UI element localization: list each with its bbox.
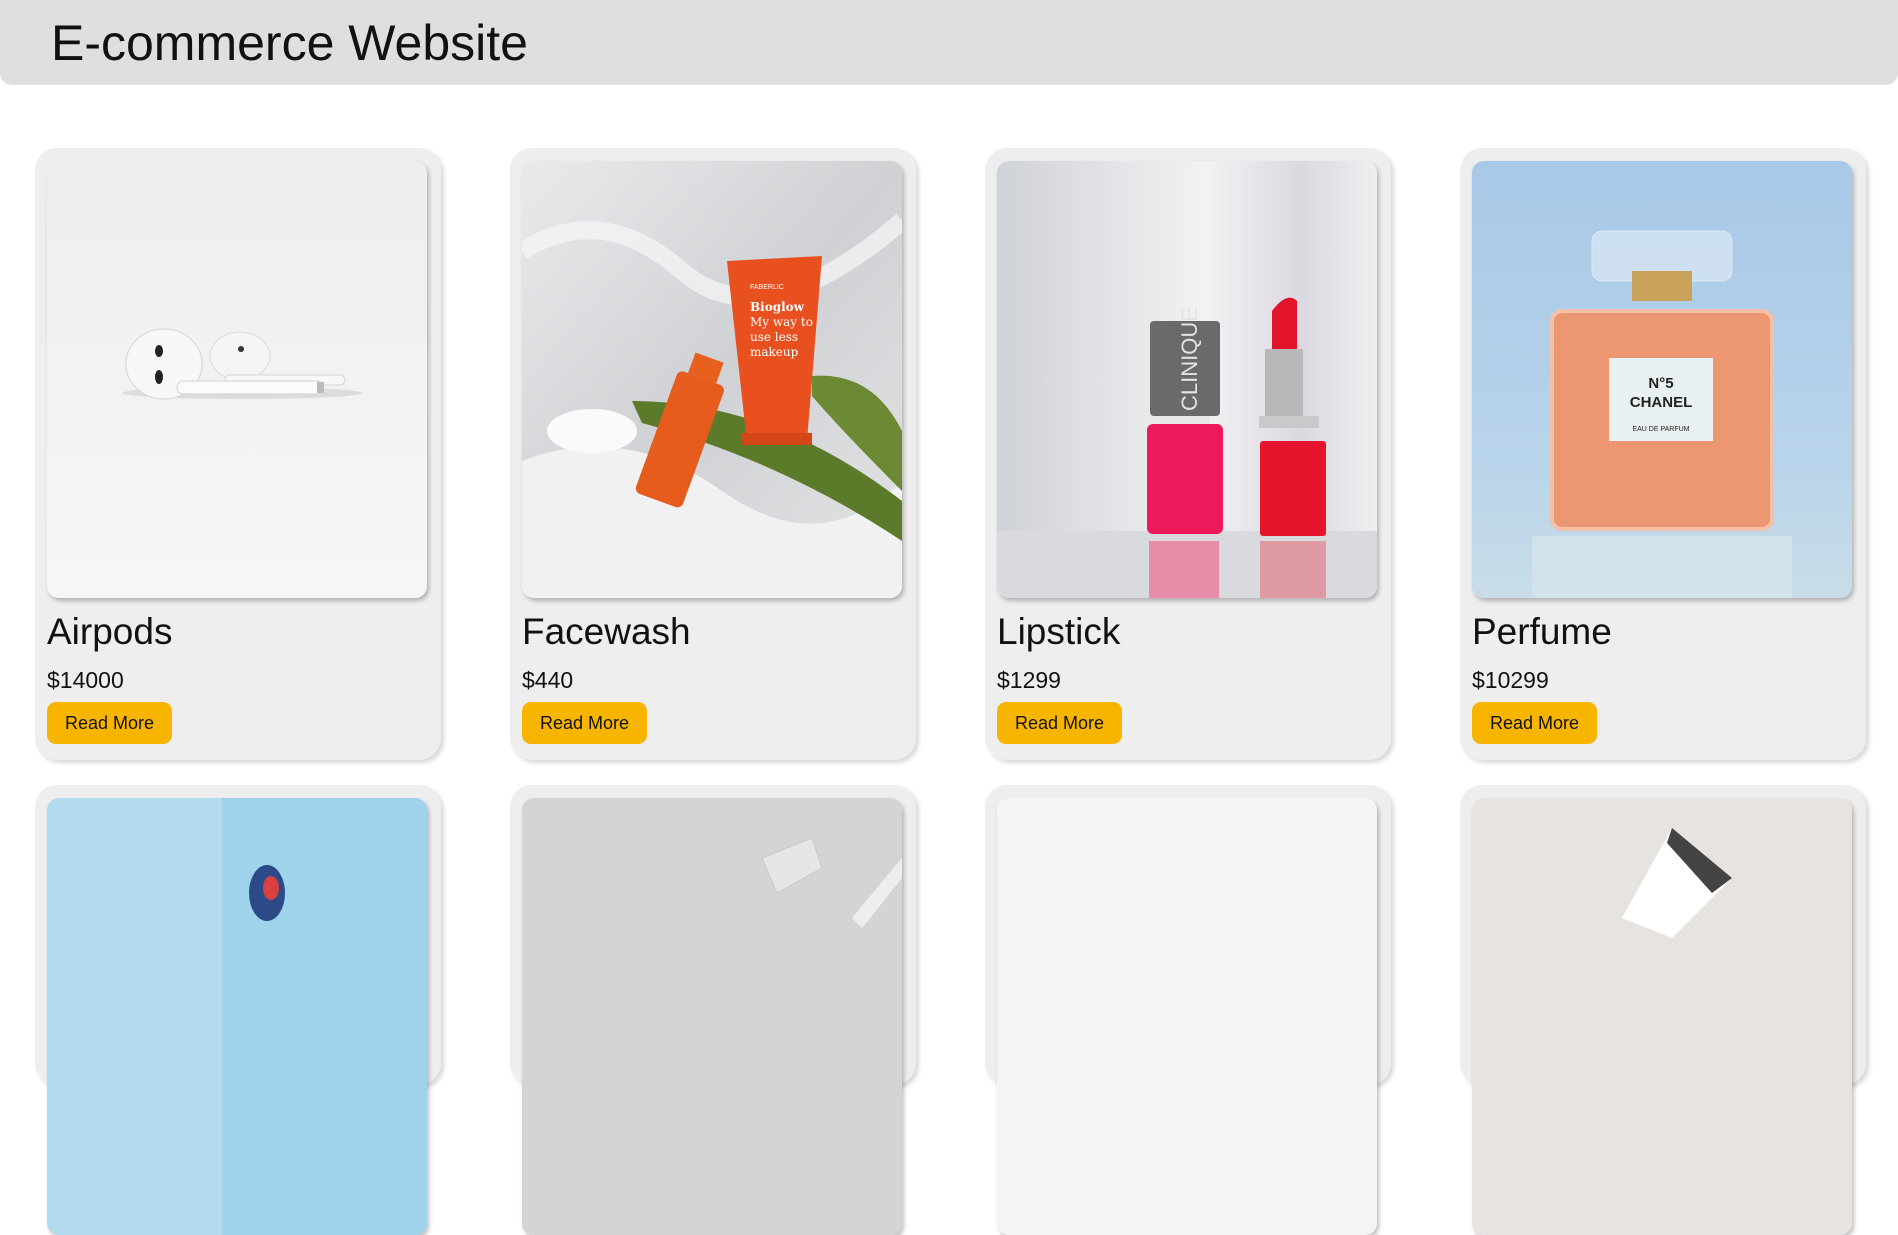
- perfume-label-line-1: N°5: [1648, 375, 1673, 392]
- read-more-button[interactable]: Read More: [522, 702, 648, 744]
- watch-image: [522, 798, 902, 1235]
- product-card-5: [35, 785, 441, 1235]
- read-more-button[interactable]: Read More: [997, 702, 1123, 744]
- perfume-image: N°5 CHANEL EAU DE PARFUM: [1472, 161, 1852, 598]
- product-card-perfume: N°5 CHANEL EAU DE PARFUM Perfume $10299 …: [1460, 148, 1866, 760]
- white-product-image: [997, 798, 1377, 1235]
- facewash-line-2: My way to: [750, 315, 813, 329]
- product-name: Perfume: [1472, 611, 1612, 652]
- site-header: E-commerce Website: [0, 0, 1898, 85]
- product-price: $440: [522, 667, 574, 693]
- product-name: Facewash: [522, 611, 691, 652]
- airpods-image: [47, 161, 427, 598]
- product-card-6: [510, 785, 916, 1235]
- lipstick-image: CLINIQUE: [997, 161, 1377, 598]
- product-card-airpods: Airpods $14000 Read More: [35, 148, 441, 760]
- page-title: E-commerce Website: [51, 15, 528, 71]
- facewash-line-1: Bioglow: [750, 300, 805, 314]
- product-card-facewash: FABERLIC Bioglow My way to use less make…: [510, 148, 916, 760]
- hat-image: [47, 798, 427, 1235]
- lipstick-brand-text: CLINIQUE: [1177, 307, 1202, 411]
- product-name: Airpods: [47, 611, 173, 652]
- facewash-line-4: makeup: [750, 345, 799, 359]
- product-card-8: [1460, 785, 1866, 1235]
- facewash-line-3: use less: [750, 330, 798, 344]
- product-price: $1299: [997, 667, 1061, 693]
- facewash-image: FABERLIC Bioglow My way to use less make…: [522, 161, 902, 598]
- perfume-label-line-3: EAU DE PARFUM: [1632, 426, 1689, 433]
- read-more-button[interactable]: Read More: [1472, 702, 1598, 744]
- product-card-7: [985, 785, 1391, 1235]
- product-price: $10299: [1472, 667, 1549, 693]
- product-price: $14000: [47, 667, 124, 693]
- facewash-brand-text: FABERLIC: [750, 284, 784, 291]
- perfume-label-line-2: CHANEL: [1630, 394, 1693, 411]
- product-name: Lipstick: [997, 611, 1121, 652]
- product-card-lipstick: CLINIQUE Lipstick $1299 Read More: [985, 148, 1391, 760]
- read-more-button[interactable]: Read More: [47, 702, 173, 744]
- bag-image: [1472, 798, 1852, 1235]
